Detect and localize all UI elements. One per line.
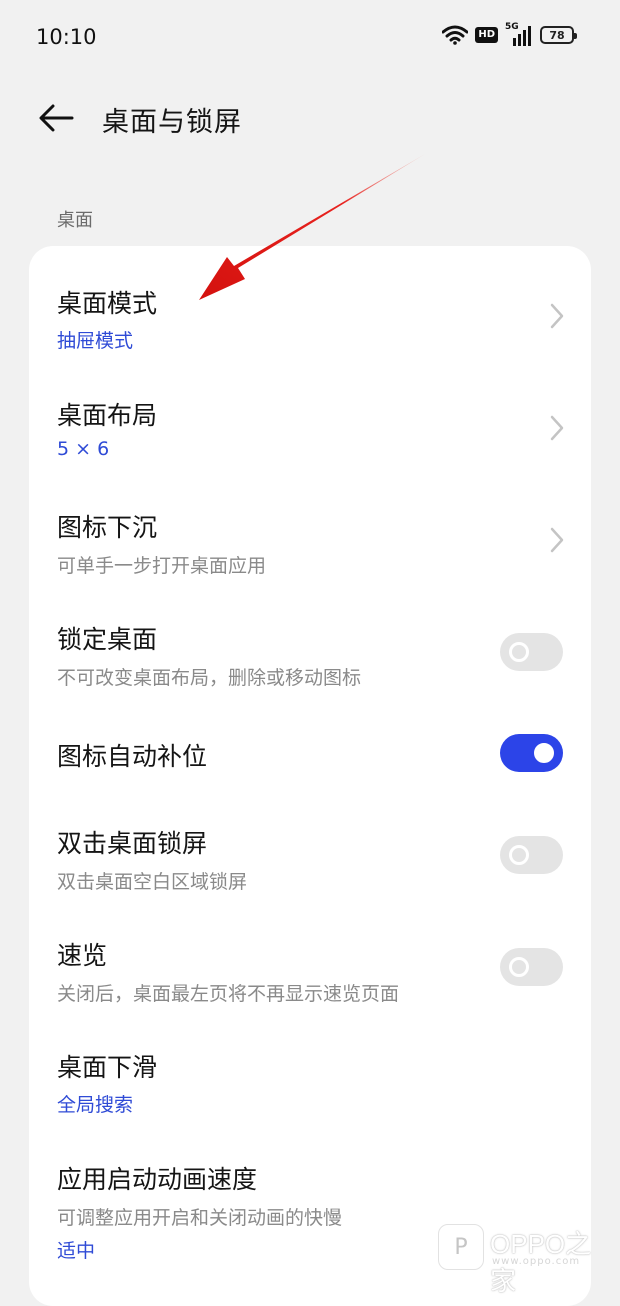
- quick-view-toggle[interactable]: [500, 948, 563, 986]
- setting-quick-view: 速览 关闭后，桌面最左页将不再显示速览页面: [29, 908, 591, 1020]
- battery-icon: 78: [540, 26, 577, 44]
- setting-value: 抽屉模式: [57, 330, 134, 352]
- setting-desktop-layout[interactable]: 桌面布局 5 × 6: [29, 358, 591, 470]
- watermark: P OPPO之家 www.oppo.com: [438, 1220, 610, 1296]
- setting-subtitle: 双击桌面空白区域锁屏: [57, 871, 248, 893]
- setting-subtitle: 不可改变桌面布局，删除或移动图标: [57, 667, 362, 689]
- setting-title: 锁定桌面: [57, 625, 158, 654]
- header: 桌面与锁屏: [0, 88, 620, 148]
- setting-title: 应用启动动画速度: [57, 1165, 258, 1194]
- section-label: 桌面: [57, 210, 93, 231]
- page-title: 桌面与锁屏: [102, 107, 242, 138]
- setting-title: 桌面模式: [57, 289, 158, 318]
- status-bar: 10:10 HD 5G 78: [0, 0, 620, 76]
- icon-auto-fill-toggle[interactable]: [500, 734, 563, 772]
- setting-desktop-swipe-down[interactable]: 桌面下滑 全局搜索: [29, 1020, 591, 1132]
- setting-icon-auto-fill: 图标自动补位: [29, 694, 591, 796]
- status-time: 10:10: [36, 25, 97, 49]
- setting-double-tap-lock: 双击桌面锁屏 双击桌面空白区域锁屏: [29, 796, 591, 908]
- chevron-right-icon: [547, 302, 567, 330]
- setting-title: 桌面布局: [57, 401, 158, 430]
- setting-value: 全局搜索: [57, 1094, 134, 1116]
- setting-lock-desktop: 锁定桌面 不可改变桌面布局，删除或移动图标: [29, 582, 591, 694]
- setting-title: 桌面下滑: [57, 1053, 158, 1082]
- setting-title: 图标自动补位: [57, 742, 208, 771]
- lock-desktop-toggle[interactable]: [500, 633, 563, 671]
- wifi-icon: [442, 25, 469, 45]
- battery-level: 78: [549, 28, 565, 42]
- setting-value: 适中: [57, 1240, 96, 1262]
- setting-icon-sink[interactable]: 图标下沉 可单手一步打开桌面应用: [29, 470, 591, 582]
- setting-subtitle: 可调整应用开启和关闭动画的快慢: [57, 1207, 343, 1229]
- chevron-right-icon: [547, 414, 567, 442]
- setting-title: 双击桌面锁屏: [57, 829, 208, 858]
- double-tap-lock-toggle[interactable]: [500, 836, 563, 874]
- signal-bars: [513, 26, 531, 46]
- setting-title: 图标下沉: [57, 513, 158, 542]
- chevron-right-icon: [547, 526, 567, 554]
- setting-value: 5 × 6: [57, 438, 110, 460]
- watermark-logo-icon: P: [438, 1224, 484, 1270]
- watermark-url: www.oppo.com: [492, 1256, 581, 1267]
- setting-subtitle: 关闭后，桌面最左页将不再显示速览页面: [57, 983, 400, 1005]
- status-icons: HD 5G 78: [442, 22, 577, 46]
- arrow-left-icon[interactable]: [36, 98, 76, 138]
- setting-subtitle: 可单手一步打开桌面应用: [57, 555, 267, 577]
- setting-title: 速览: [57, 941, 108, 970]
- setting-desktop-mode[interactable]: 桌面模式 抽屉模式: [29, 246, 591, 358]
- hd-badge: HD: [475, 27, 498, 43]
- signal-icon: 5G: [505, 22, 533, 46]
